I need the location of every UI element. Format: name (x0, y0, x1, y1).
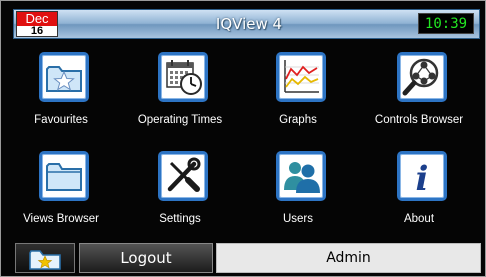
tile-users[interactable]: Users (247, 151, 349, 243)
tile-operating-times[interactable]: Operating Times (129, 52, 231, 144)
calendar-clock-icon (158, 52, 208, 102)
date-day: 16 (30, 25, 44, 37)
screwdriver-wrench-icon (158, 151, 208, 201)
tile-label: Operating Times (137, 114, 223, 126)
star-folder-icon (29, 250, 61, 270)
tile-label: Views Browser (23, 213, 99, 225)
device-screen: Dec 16 IQView 4 10:39 Favourites Operati… (0, 0, 486, 277)
folder-icon (39, 151, 89, 201)
tile-views-browser[interactable]: Views Browser (10, 151, 112, 243)
date-badge: Dec 16 (16, 11, 58, 37)
tile-label: Users (282, 213, 314, 225)
line-graph-icon (276, 52, 326, 102)
date-month: Dec (17, 12, 57, 26)
favourites-folder-star-icon (39, 52, 89, 102)
svg-text:i: i (416, 159, 429, 196)
tile-controls-browser[interactable]: Controls Browser (368, 52, 470, 144)
tile-label: Graphs (279, 114, 317, 126)
title-bar: Dec 16 IQView 4 10:39 (13, 9, 480, 39)
tile-label: About (403, 213, 435, 225)
tile-label: Controls Browser (374, 114, 464, 126)
logout-button[interactable]: Logout (79, 243, 213, 273)
tile-favourites[interactable]: Favourites (10, 52, 112, 144)
info-icon: i (397, 151, 447, 201)
current-user-display: Admin (216, 243, 481, 273)
tile-label: Favourites (34, 114, 88, 126)
favourites-shortcut-button[interactable] (15, 243, 75, 273)
clock-display: 10:39 (418, 13, 474, 34)
users-icon (276, 151, 326, 201)
tile-settings[interactable]: Settings (129, 151, 231, 243)
tile-about[interactable]: i About (368, 151, 470, 243)
app-title: IQView 4 (215, 15, 283, 33)
magnifier-network-icon (397, 52, 447, 102)
tile-label: Settings (159, 213, 201, 225)
tile-graphs[interactable]: Graphs (247, 52, 349, 144)
